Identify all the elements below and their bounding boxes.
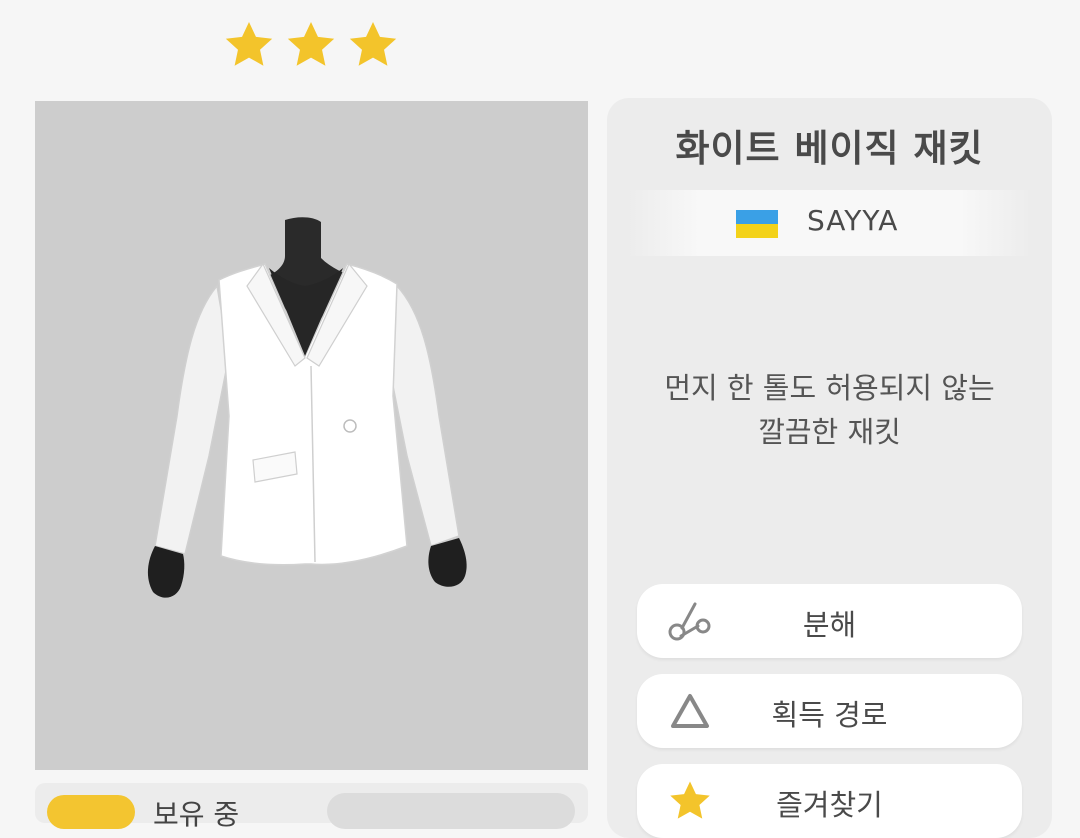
owned-status-bar: 보유 중 xyxy=(35,783,588,831)
disassemble-label: 분해 xyxy=(802,608,857,642)
owned-count-badge xyxy=(47,795,135,829)
ukraine-flag-icon xyxy=(736,210,778,238)
item-preview xyxy=(35,101,588,770)
star-icon xyxy=(225,22,273,66)
acquire-path-button[interactable]: 획득 경로 xyxy=(637,674,1022,748)
description-line: 먼지 한 톨도 허용되지 않는 xyxy=(664,371,995,405)
favorite-button[interactable]: 즐겨찾기 xyxy=(637,764,1022,838)
brand-row: SAYYA xyxy=(627,190,1032,256)
item-name: 화이트 베이직 재킷 xyxy=(675,127,984,170)
brand-name: SAYYA xyxy=(807,204,899,237)
description-line: 깔끔한 재킷 xyxy=(758,415,901,449)
item-info-panel: 화이트 베이직 재킷 SAYYA 먼지 한 톨도 허용되지 않는 깔끔한 재킷 … xyxy=(607,98,1052,838)
favorite-label: 즐겨찾기 xyxy=(776,788,883,822)
jacket-image xyxy=(147,217,467,598)
star-icon xyxy=(287,22,335,66)
owned-label: 보유 중 xyxy=(153,798,240,831)
acquire-path-label: 획득 경로 xyxy=(771,698,888,732)
rarity-stars xyxy=(222,18,400,72)
disassemble-button[interactable]: 분해 xyxy=(637,584,1022,658)
item-description: 먼지 한 톨도 허용되지 않는 깔끔한 재킷 xyxy=(607,366,1052,454)
owned-action-pill[interactable] xyxy=(327,793,575,829)
star-icon xyxy=(349,22,397,66)
